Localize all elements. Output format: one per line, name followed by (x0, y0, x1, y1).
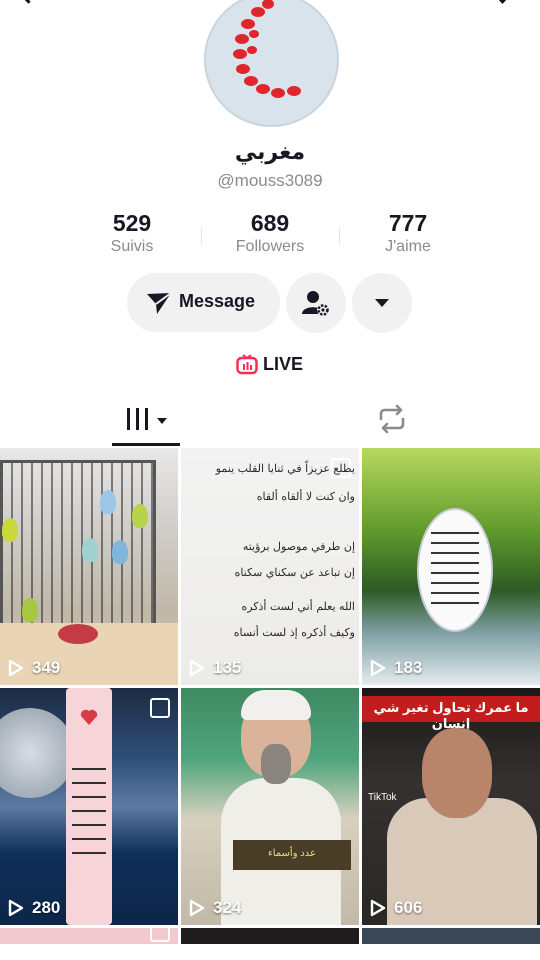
view-count-value: 349 (32, 658, 61, 677)
video-tile[interactable] (0, 928, 178, 944)
bowl-image (58, 624, 98, 644)
avatar-image (229, 0, 306, 101)
profile-nickname: مغربي (234, 139, 306, 164)
message-button-label: Message (179, 291, 256, 311)
profile-username: @mouss3089 (217, 171, 323, 190)
parakeet-image (2, 518, 18, 542)
quote-card-image (66, 688, 112, 925)
parakeet-image (22, 598, 38, 622)
tile-text-line: إن تباعد عن سكناي سكناه (234, 566, 355, 579)
parakeet-image (132, 504, 148, 528)
text-oval-image (417, 508, 493, 632)
video-tile[interactable]: 349 (0, 448, 178, 685)
play-icon (8, 899, 24, 917)
video-tile[interactable] (362, 928, 540, 944)
view-count-value: 606 (394, 898, 423, 917)
tile-text-line: الله يعلم أني لست أذكره (241, 600, 355, 613)
play-icon (370, 659, 386, 677)
stat-likes[interactable]: 777 J'aime (338, 210, 478, 258)
tab-reposts[interactable] (375, 404, 415, 438)
repost-icon (379, 404, 405, 434)
caption-box: عدد وأسماء (233, 840, 351, 870)
avatar[interactable] (204, 0, 339, 127)
video-tile[interactable]: ما عمرك تحاول تغير شي إنسان TikTok 606 (362, 688, 540, 925)
stat-following-label: Suivis (110, 238, 154, 255)
view-count-value: 324 (213, 898, 242, 917)
person-beard (261, 744, 291, 784)
video-tile[interactable] (181, 928, 359, 944)
more-options-icon[interactable] (493, 0, 512, 4)
message-button[interactable]: Message (127, 273, 280, 332)
stat-likes-value: 777 (388, 210, 428, 236)
tab-videos[interactable] (112, 398, 180, 446)
video-tile[interactable]: عدد وأسماء 324 (181, 688, 359, 925)
stat-likes-label: J'aime (385, 238, 431, 255)
tile-text-line: وكيف أذكره إذ لست أنساه (233, 626, 355, 639)
live-label: LIVE (263, 354, 304, 374)
profile-stats: 529 Suivis 689 Followers 777 J'aime (0, 210, 540, 260)
parakeet-image (82, 538, 98, 562)
back-arrow-icon[interactable] (19, 0, 38, 4)
tile-text-line: يطلع عزيزاً في ثنايا القلب ينمو (215, 462, 355, 475)
more-dropdown-button[interactable] (352, 273, 412, 333)
tile-text-line: وان كنت لا ألقاه ألقاه (256, 490, 355, 503)
chevron-down-icon (375, 299, 389, 307)
parakeet-image (100, 490, 116, 514)
play-icon (189, 659, 205, 677)
multi-photo-icon (150, 928, 170, 942)
caret-down-icon (157, 418, 167, 424)
red-banner: ما عمرك تحاول تغير شي إنسان (362, 696, 540, 731)
user-settings-icon (302, 291, 329, 316)
multi-photo-icon (150, 698, 170, 718)
caption-text: عدد وأسماء (268, 848, 316, 859)
moon-image (0, 708, 75, 798)
view-count-value: 135 (213, 658, 242, 677)
profile-tabs (0, 398, 540, 446)
follow-settings-button[interactable] (286, 273, 346, 333)
stat-followers-label: Followers (235, 238, 305, 255)
view-count-value: 183 (394, 658, 423, 677)
active-tab-indicator (112, 443, 180, 446)
video-tile[interactable]: 280 (0, 688, 178, 925)
video-tile[interactable]: 183 (362, 448, 540, 685)
stat-following-value: 529 (112, 210, 152, 236)
play-icon (8, 659, 24, 677)
play-icon (189, 899, 205, 917)
stat-following[interactable]: 529 Suivis (62, 210, 202, 258)
person-hat (241, 690, 311, 720)
view-count-value: 280 (32, 898, 61, 917)
tiktok-watermark: TikTok (368, 792, 397, 803)
video-tile[interactable]: يطلع عزيزاً في ثنايا القلب ينمو وان كنت … (181, 448, 359, 685)
person-face (422, 728, 492, 818)
tile-text-line: إن طرفي موصول برؤيته (242, 540, 355, 553)
live-tv-icon (236, 354, 258, 375)
stat-followers[interactable]: 689 Followers (200, 210, 340, 258)
stat-followers-value: 689 (250, 210, 290, 236)
parakeet-image (112, 540, 128, 564)
play-icon (370, 899, 386, 917)
send-icon (147, 292, 172, 314)
heart-icon (80, 709, 98, 725)
